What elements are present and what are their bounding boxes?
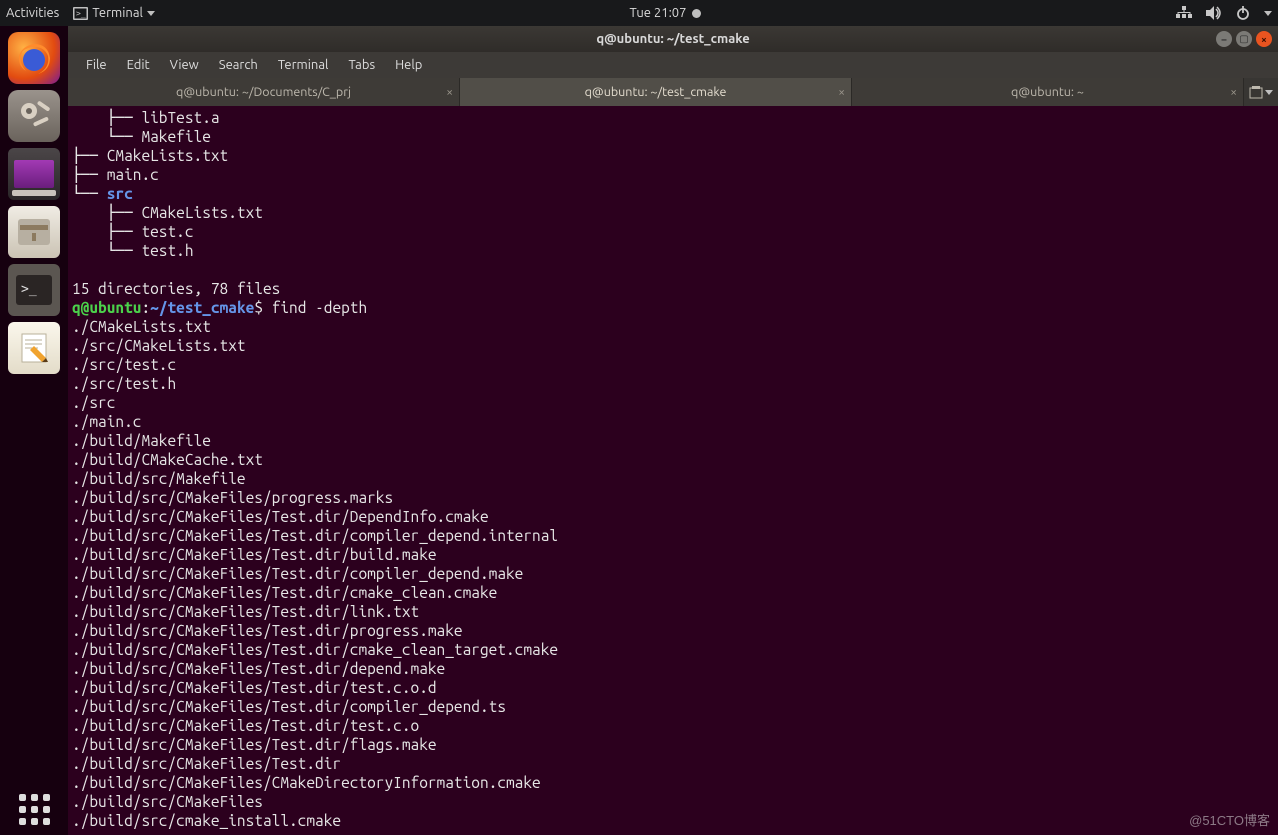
dock-app-terminal[interactable]: >_ [8, 264, 60, 316]
tab-close-icon[interactable]: × [838, 86, 845, 99]
menu-item-search[interactable]: Search [209, 56, 268, 74]
menu-item-view[interactable]: View [160, 56, 209, 74]
app-menu-label: Terminal [92, 6, 143, 20]
window-minimize-button[interactable]: – [1216, 31, 1232, 47]
window-close-button[interactable]: × [1256, 31, 1272, 47]
menu-item-edit[interactable]: Edit [117, 56, 160, 74]
terminal-window: q@ubuntu: ~/test_cmake – ▢ × FileEditVie… [68, 26, 1278, 835]
tab-label: q@ubuntu: ~ [1011, 85, 1084, 99]
system-menu-chevron-icon[interactable] [1264, 11, 1272, 16]
menu-item-terminal[interactable]: Terminal [268, 56, 339, 74]
network-status-icon[interactable] [1176, 6, 1192, 20]
dock-app-screenshot[interactable] [8, 148, 60, 200]
watermark-text: @51CTO博客 [1189, 810, 1270, 829]
tab-label: q@ubuntu: ~/test_cmake [585, 85, 727, 99]
terminal-indicator-icon: >_ [73, 7, 88, 20]
chevron-down-icon [147, 11, 155, 16]
window-maximize-button[interactable]: ▢ [1236, 31, 1252, 47]
svg-text:>_: >_ [21, 282, 37, 297]
clock[interactable]: Tue 21:07 [629, 6, 701, 20]
chevron-down-icon [1265, 90, 1273, 95]
dock-app-settings[interactable] [8, 90, 60, 142]
gnome-top-bar: Activities >_ Terminal Tue 21:07 [0, 0, 1278, 26]
terminal-tabs: q@ubuntu: ~/Documents/C_prj×q@ubuntu: ~/… [68, 78, 1278, 106]
clock-label: Tue 21:07 [629, 6, 686, 20]
dock-app-files[interactable] [8, 206, 60, 258]
window-titlebar[interactable]: q@ubuntu: ~/test_cmake – ▢ × [68, 26, 1278, 52]
terminal-content[interactable]: ├── libTest.a └── Makefile ├── CMakeList… [68, 106, 1278, 835]
terminal-output: ├── libTest.a └── Makefile ├── CMakeList… [72, 108, 1274, 830]
volume-status-icon[interactable] [1206, 6, 1222, 20]
power-status-icon[interactable] [1236, 6, 1250, 20]
svg-text:>_: >_ [76, 9, 86, 18]
terminal-tab[interactable]: q@ubuntu: ~/test_cmake × [460, 78, 852, 106]
launcher-dock: >_ [0, 26, 68, 835]
show-applications-button[interactable] [19, 794, 50, 825]
tab-close-icon[interactable]: × [1230, 86, 1237, 99]
new-tab-icon [1249, 85, 1263, 99]
tab-label: q@ubuntu: ~/Documents/C_prj [176, 85, 351, 99]
menu-item-file[interactable]: File [76, 56, 117, 74]
dock-app-text-editor[interactable] [8, 322, 60, 374]
window-title: q@ubuntu: ~/test_cmake [596, 32, 749, 46]
new-tab-button[interactable] [1244, 78, 1278, 106]
menu-item-tabs[interactable]: Tabs [338, 56, 385, 74]
activities-button[interactable]: Activities [6, 6, 59, 20]
tab-close-icon[interactable]: × [446, 86, 453, 99]
app-menu-button[interactable]: >_ Terminal [73, 6, 155, 20]
menu-item-help[interactable]: Help [385, 56, 432, 74]
terminal-tab[interactable]: q@ubuntu: ~/Documents/C_prj × [68, 78, 460, 106]
record-indicator-icon [692, 9, 701, 18]
terminal-tab[interactable]: q@ubuntu: ~ × [852, 78, 1244, 106]
window-menubar: FileEditViewSearchTerminalTabsHelp [68, 52, 1278, 78]
dock-app-firefox[interactable] [8, 32, 60, 84]
